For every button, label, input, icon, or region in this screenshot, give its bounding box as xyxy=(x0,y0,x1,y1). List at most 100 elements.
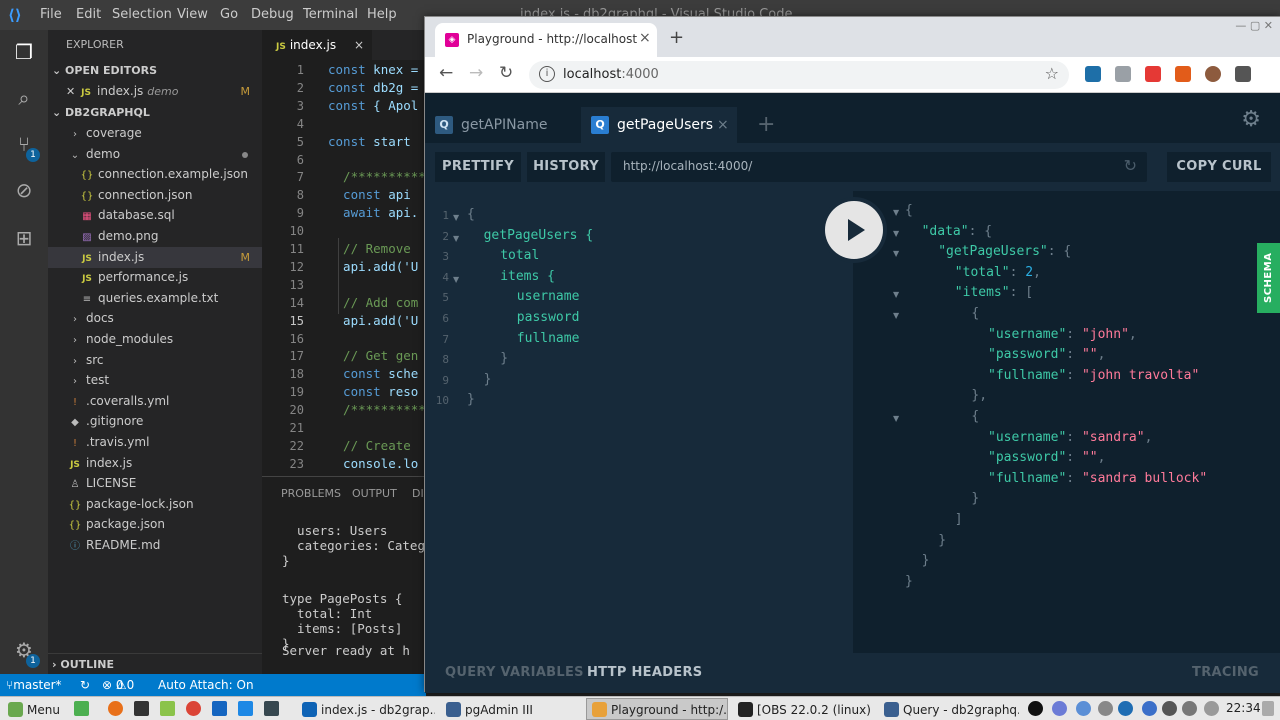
browser-extension-icon[interactable] xyxy=(1205,66,1221,82)
tree-item[interactable]: › node_modules xyxy=(48,329,262,350)
firefox-launcher-icon[interactable] xyxy=(108,701,123,716)
hp-tray-icon[interactable] xyxy=(1118,701,1133,716)
tab-output[interactable]: OUTPUT xyxy=(352,487,397,500)
update-tray-icon[interactable] xyxy=(1098,701,1113,716)
fold-arrow-icon[interactable]: ▼ xyxy=(453,213,459,222)
http-headers-tab[interactable]: HTTP HEADERS xyxy=(587,665,702,680)
shield-tray-icon[interactable] xyxy=(1076,701,1091,716)
fold-arrow-icon[interactable]: ▼ xyxy=(453,234,459,243)
chrome-launcher-icon[interactable] xyxy=(186,701,201,716)
menu-selection[interactable]: Selection xyxy=(112,7,172,22)
search-icon[interactable]: ⌕ xyxy=(12,86,36,110)
taskbar-window-button[interactable]: Query - db2graphq... xyxy=(878,698,1020,720)
fold-arrow-icon[interactable]: ▼ xyxy=(893,311,899,320)
browser-extension-icon[interactable] xyxy=(1115,66,1131,82)
tab-problems[interactable]: PROBLEMS xyxy=(281,487,341,500)
fold-arrow-icon[interactable]: ▼ xyxy=(893,414,899,423)
tree-item[interactable]: JS performance.js xyxy=(48,267,262,288)
history-button[interactable]: HISTORY xyxy=(527,152,605,182)
explorer-icon[interactable]: ❐ xyxy=(12,40,36,64)
tree-item[interactable]: ▦ database.sql xyxy=(48,205,262,226)
project-section[interactable]: ⌄ DB2GRAPHQL xyxy=(48,102,262,124)
browser-extension-icon[interactable] xyxy=(1085,66,1101,82)
tab-getpageusers[interactable]: QgetPageUsers × xyxy=(581,107,737,143)
copy-curl-button[interactable]: COPY CURL xyxy=(1167,152,1271,182)
code-editor[interactable]: 1 const knex = 2 const db2g = 3 const { Apol 4… xyxy=(262,60,432,474)
close-icon[interactable]: × xyxy=(354,30,364,60)
close-icon[interactable]: ✕ xyxy=(66,85,75,98)
endpoint-input[interactable]: http://localhost:4000/ ↻ xyxy=(611,152,1147,182)
taskbar-window-button[interactable]: pgAdmin III xyxy=(440,698,582,720)
window-controls[interactable]: — ▢ ✕ xyxy=(1235,19,1273,32)
wifi-icon[interactable] xyxy=(1182,701,1197,716)
tree-item[interactable]: ▨ demo.png xyxy=(48,226,262,247)
address-bar[interactable]: i localhost:4000 ☆ xyxy=(529,61,1069,89)
tree-item[interactable]: ⌄ demo xyxy=(48,144,262,165)
start-menu-button[interactable]: Menu xyxy=(2,698,66,720)
tree-item[interactable]: {} connection.json xyxy=(48,185,262,206)
back-button[interactable]: ← xyxy=(439,63,453,83)
git-branch[interactable]: ⑂ master* xyxy=(6,674,62,696)
browser-extension-icon[interactable] xyxy=(1175,66,1191,82)
open-editors-section[interactable]: ⌄ OPEN EDITORS xyxy=(48,60,262,82)
sync-icon[interactable]: ↻ xyxy=(80,674,90,696)
reload-button[interactable]: ↻ xyxy=(499,63,513,83)
network-icon[interactable] xyxy=(1162,701,1177,716)
files-launcher-icon[interactable] xyxy=(74,701,89,716)
fold-arrow-icon[interactable]: ▼ xyxy=(893,290,899,299)
obs-tray-icon[interactable] xyxy=(1028,701,1043,716)
vscode-launcher-icon[interactable] xyxy=(212,701,227,716)
problems-count[interactable]: ⊗ 0 ⚠ 0 xyxy=(102,674,134,696)
tab-debug-console[interactable]: DI xyxy=(412,487,424,500)
fold-arrow-icon[interactable]: ▼ xyxy=(893,208,899,217)
close-icon[interactable]: × xyxy=(717,107,729,143)
menu-file[interactable]: File xyxy=(40,7,62,22)
extensions-icon[interactable]: ⊞ xyxy=(12,226,36,250)
tree-item[interactable]: ♙ LICENSE xyxy=(48,473,262,494)
browser-extension-icon[interactable] xyxy=(1235,66,1251,82)
tree-item[interactable]: ⓘ README.md xyxy=(48,535,262,556)
bluetooth-icon[interactable] xyxy=(1142,701,1157,716)
tree-item[interactable]: › coverage xyxy=(48,123,262,144)
tracing-tab[interactable]: TRACING xyxy=(1192,665,1259,680)
fold-arrow-icon[interactable]: ▼ xyxy=(893,229,899,238)
tree-item[interactable]: {} package-lock.json xyxy=(48,494,262,515)
mail-launcher-icon[interactable] xyxy=(238,701,253,716)
menu-go[interactable]: Go xyxy=(220,7,238,22)
fold-arrow-icon[interactable]: ▼ xyxy=(893,249,899,258)
tree-item[interactable]: › test xyxy=(48,370,262,391)
tree-item[interactable]: ! .travis.yml xyxy=(48,432,262,453)
auto-attach-status[interactable]: Auto Attach: On xyxy=(158,674,254,696)
tree-item[interactable]: › src xyxy=(48,350,262,371)
prettify-button[interactable]: PRETTIFY xyxy=(435,152,521,182)
schema-panel-toggle[interactable]: SCHEMA xyxy=(1257,243,1280,313)
open-editor-index-js[interactable]: ✕ JS index.js demo M xyxy=(48,81,262,102)
terminal-launcher-icon[interactable] xyxy=(134,701,149,716)
menu-view[interactable]: View xyxy=(177,7,208,22)
debug-icon[interactable]: ⊘ xyxy=(12,178,36,202)
menu-edit[interactable]: Edit xyxy=(76,7,101,22)
tab-getapiname[interactable]: QgetAPIName xyxy=(435,107,575,143)
add-tab-button[interactable]: + xyxy=(757,107,775,143)
fold-arrow-icon[interactable]: ▼ xyxy=(453,275,459,284)
tree-item[interactable]: ! .coveralls.yml xyxy=(48,391,262,412)
query-editor[interactable]: 1 2 3 4 5 6 7 8 9 10 ▼ ▼ ▼ {getPageUsers {total items … xyxy=(425,191,853,653)
dropbox-tray-icon[interactable] xyxy=(1052,701,1067,716)
tree-item[interactable]: › docs xyxy=(48,308,262,329)
app-launcher-icon[interactable] xyxy=(264,701,279,716)
taskbar-window-button[interactable]: Playground - http:/... xyxy=(586,698,728,720)
browser-extension-icon[interactable] xyxy=(1145,66,1161,82)
chrome-tab-playground[interactable]: ◈ Playground - http://localhost:4000/ × xyxy=(435,23,657,57)
volume-icon[interactable] xyxy=(1204,701,1219,716)
close-icon[interactable]: × xyxy=(639,30,651,46)
tree-item[interactable]: {} package.json xyxy=(48,514,262,535)
new-tab-button[interactable]: + xyxy=(669,29,684,47)
tree-item[interactable]: JS index.js M xyxy=(48,246,262,268)
settings-gear-icon[interactable]: ⚙ xyxy=(1241,107,1261,132)
menu-terminal[interactable]: Terminal xyxy=(303,7,358,22)
refresh-schema-icon[interactable]: ↻ xyxy=(1124,156,1137,175)
show-desktop-icon[interactable] xyxy=(1262,701,1274,716)
menu-debug[interactable]: Debug xyxy=(251,7,294,22)
tree-item[interactable]: ◆ .gitignore xyxy=(48,411,262,432)
taskbar-window-button[interactable]: [OBS 22.0.2 (linux) -... xyxy=(732,698,874,720)
